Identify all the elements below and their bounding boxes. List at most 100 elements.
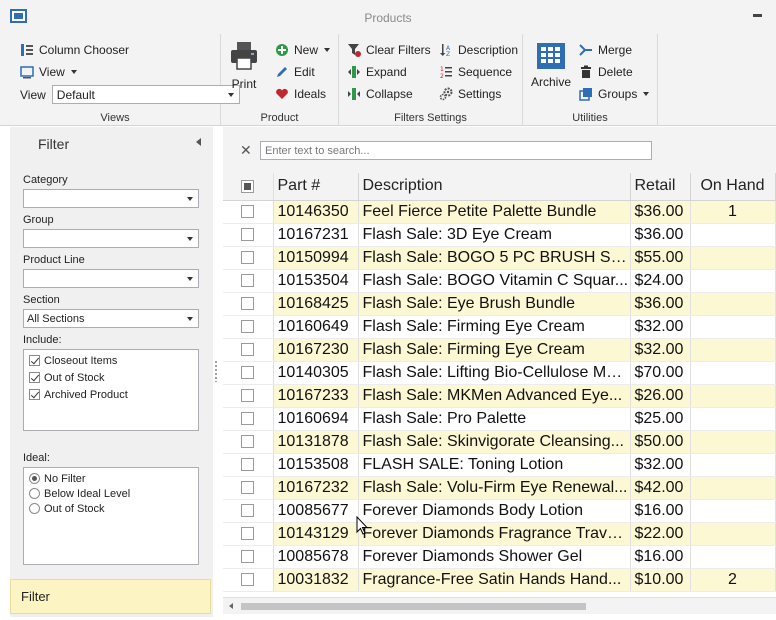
retail-cell[interactable]: $25.00 [630,407,691,431]
table-row[interactable]: 10143129 Forever Diamonds Fragrance Trave… [223,522,776,546]
retail-cell[interactable]: $26.00 [630,384,691,408]
edit-button[interactable]: Edit [275,62,315,82]
row-select-cell[interactable] [223,453,274,477]
row-checkbox[interactable] [241,273,255,287]
archive-button[interactable]: Archive [531,42,571,89]
minimize-button[interactable] [753,14,762,17]
part-number-cell[interactable]: 10167230 [273,338,359,362]
clear-filters-button[interactable]: Clear Filters [347,40,431,60]
retail-cell[interactable]: $32.00 [630,453,691,477]
view-select[interactable]: Default [51,85,240,104]
view-menu-button[interactable]: View [20,62,77,82]
row-select-cell[interactable] [223,246,274,270]
part-number-cell[interactable]: 10168425 [273,292,359,316]
row-checkbox[interactable] [241,227,255,241]
row-checkbox[interactable] [241,503,255,517]
column-header-retail[interactable]: Retail [630,173,691,201]
checkbox[interactable] [29,372,40,383]
part-number-cell[interactable]: 10167232 [273,476,359,500]
part-number-cell[interactable]: 10085677 [273,499,359,523]
filter-button[interactable]: Filter [10,579,211,614]
merge-button[interactable]: Merge [579,40,632,60]
collapse-button[interactable]: Collapse [347,84,413,104]
row-select-cell[interactable] [223,476,274,500]
retail-cell[interactable]: $32.00 [630,315,691,339]
description-cell[interactable]: Forever Diamonds Fragrance Travel... [358,522,631,546]
part-number-cell[interactable]: 10160694 [273,407,359,431]
table-row[interactable]: 10031832 Fragrance-Free Satin Hands Hand.… [223,568,776,592]
table-row[interactable]: 10085677 Forever Diamonds Body Lotion $16.… [223,499,776,523]
on-hand-cell[interactable] [690,545,776,569]
product-line-select[interactable] [23,269,199,288]
row-select-cell[interactable] [223,568,274,592]
table-row[interactable]: 10168425 Flash Sale: Eye Brush Bundle $36.… [223,292,776,316]
description-cell[interactable]: Flash Sale: Lifting Bio-Cellulose Mas... [358,361,631,385]
select-all-header[interactable] [223,173,274,201]
retail-cell[interactable]: $50.00 [630,430,691,454]
on-hand-cell[interactable] [690,407,776,431]
row-select-cell[interactable] [223,269,274,293]
include-out-of-stock[interactable]: Out of Stock [24,369,198,386]
panel-splitter[interactable] [214,360,218,382]
row-checkbox[interactable] [241,457,255,471]
on-hand-cell[interactable] [690,453,776,477]
part-number-cell[interactable]: 10085678 [273,545,359,569]
retail-cell[interactable]: $36.00 [630,200,691,224]
description-cell[interactable]: FLASH SALE: Toning Lotion [358,453,631,477]
ideal-out-of-stock[interactable]: Out of Stock [24,501,198,516]
part-number-cell[interactable]: 10153504 [273,269,359,293]
select-all-checkbox[interactable] [241,179,255,193]
row-checkbox[interactable] [241,365,255,379]
checkbox[interactable] [29,389,40,400]
radio-button[interactable] [29,488,40,499]
on-hand-cell[interactable] [690,430,776,454]
row-select-cell[interactable] [223,361,274,385]
on-hand-cell[interactable] [690,223,776,247]
on-hand-cell[interactable] [690,269,776,293]
description-cell[interactable]: Forever Diamonds Body Lotion [358,499,631,523]
description-cell[interactable]: Flash Sale: Eye Brush Bundle [358,292,631,316]
row-checkbox[interactable] [241,549,255,563]
row-select-cell[interactable] [223,522,274,546]
description-cell[interactable]: Flash Sale: Firming Eye Cream [358,315,631,339]
on-hand-cell[interactable] [690,246,776,270]
ideal-below-ideal-level[interactable]: Below Ideal Level [24,486,198,501]
on-hand-cell[interactable] [690,338,776,362]
row-checkbox[interactable] [241,204,255,218]
table-row[interactable]: 10167230 Flash Sale: Firming Eye Cream $32… [223,338,776,362]
expand-button[interactable]: Expand [347,62,407,82]
column-header-part[interactable]: Part # [273,173,359,201]
table-row[interactable]: 10085678 Forever Diamonds Shower Gel $16.0… [223,545,776,569]
groups-button[interactable]: Groups [579,84,650,104]
on-hand-cell[interactable] [690,361,776,385]
row-checkbox[interactable] [241,434,255,448]
table-row[interactable]: 10153508 FLASH SALE: Toning Lotion $32.00 [223,453,776,477]
retail-cell[interactable]: $42.00 [630,476,691,500]
retail-cell[interactable]: $24.00 [630,269,691,293]
row-select-cell[interactable] [223,384,274,408]
table-row[interactable]: 10160694 Flash Sale: Pro Palette $25.00 [223,407,776,431]
part-number-cell[interactable]: 10146350 [273,200,359,224]
section-select[interactable]: All Sections [23,309,199,328]
table-row[interactable]: 10140305 Flash Sale: Lifting Bio-Cellulos… [223,361,776,385]
include-closeout-items[interactable]: Closeout Items [24,352,198,369]
checkbox[interactable] [29,355,40,366]
description-cell[interactable]: Flash Sale: MKMen Advanced Eye... [358,384,631,408]
delete-button[interactable]: Delete [579,62,633,82]
on-hand-cell[interactable] [690,522,776,546]
table-row[interactable]: 10150994 Flash Sale: BOGO 5 PC BRUSH SE..… [223,246,776,270]
retail-cell[interactable]: $36.00 [630,292,691,316]
description-cell[interactable]: Flash Sale: Pro Palette [358,407,631,431]
radio-button[interactable] [29,503,40,514]
retail-cell[interactable]: $32.00 [630,338,691,362]
retail-cell[interactable]: $70.00 [630,361,691,385]
on-hand-cell[interactable] [690,476,776,500]
include-archived-product[interactable]: Archived Product [24,386,198,403]
table-row[interactable]: 10146350 Feel Fierce Petite Palette Bundl… [223,200,776,224]
retail-cell[interactable]: $16.00 [630,499,691,523]
on-hand-cell[interactable]: 2 [690,568,776,592]
row-checkbox[interactable] [241,526,255,540]
on-hand-cell[interactable] [690,384,776,408]
part-number-cell[interactable]: 10131878 [273,430,359,454]
description-cell[interactable]: Flash Sale: BOGO Vitamin C Squar... [358,269,631,293]
